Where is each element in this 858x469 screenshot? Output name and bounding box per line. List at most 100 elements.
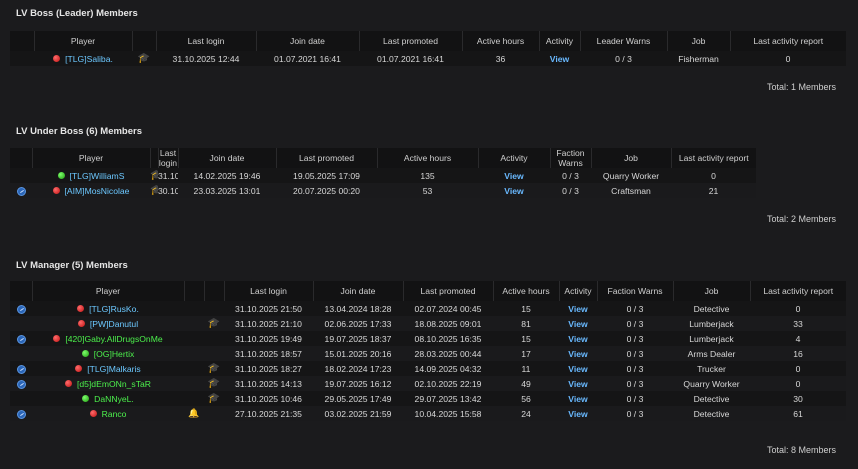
column-header: Faction Warns (549, 148, 591, 168)
section-boss: LV Boss (Leader) Members Player Last logi… (10, 8, 846, 108)
view-activity-link[interactable]: View (504, 186, 523, 196)
view-activity-link[interactable]: View (568, 349, 587, 359)
view-activity-link[interactable]: View (568, 364, 587, 374)
warns-cell: 0 / 3 (615, 53, 632, 64)
player-name-link[interactable]: [PW]Danutul (90, 319, 138, 329)
warns-cell: 0 / 3 (626, 408, 644, 419)
last-promoted-cell: 02.07.2024 00:45 (414, 303, 482, 314)
join-date-cell: 14.02.2025 19:46 (193, 170, 261, 181)
column-header: Last promoted (402, 281, 493, 301)
icon-cell (184, 331, 204, 346)
activity-report-cell: 0 (795, 378, 801, 389)
view-activity-link[interactable]: View (568, 319, 587, 329)
table-row: [PW]Danutul 🎓 31.10.2025 21:10 02.06.2025 1… (10, 316, 846, 331)
job-cell: Fisherman (678, 53, 719, 64)
icon-cell (184, 391, 204, 406)
status-dot-icon (82, 394, 90, 402)
player-name-link[interactable]: Ranco (102, 409, 127, 419)
player-cell: [OG]Hertix (32, 346, 184, 361)
active-hours-cell: 11 (521, 363, 531, 374)
last-promoted-cell: 19.05.2025 17:09 (293, 170, 360, 181)
platform-cell (10, 376, 32, 391)
view-activity-link[interactable]: View (568, 304, 587, 314)
status-dot-icon (53, 334, 61, 342)
job-cell: Detective (693, 303, 730, 314)
activity-cell: View (559, 346, 597, 361)
active-hours-cell: 15 (521, 333, 531, 344)
graduation-cap-icon: 🎓 (150, 170, 158, 181)
player-name-link[interactable]: [AIM]MosNicolae (65, 186, 130, 196)
column-header: Player (33, 31, 132, 51)
column-header: Last activity report (670, 148, 756, 168)
warns-cell: 0 / 3 (626, 378, 644, 389)
steam-icon[interactable] (16, 186, 26, 196)
activity-report-cell: 0 (785, 53, 791, 64)
graduation-cap-icon: 🎓 (207, 393, 221, 404)
icon-cell (184, 316, 204, 331)
activity-cell: View (559, 376, 597, 391)
column-header (131, 31, 156, 51)
warns-cell: 0 / 3 (626, 348, 644, 359)
section-manager: LV Manager (5) Members Player Last login J… (10, 260, 846, 469)
status-dot-icon (57, 171, 65, 179)
last-promoted-cell: 18.08.2025 09:01 (414, 318, 482, 329)
view-activity-link[interactable]: View (568, 379, 587, 389)
join-date-cell: 01.07.2021 16:41 (274, 53, 341, 64)
active-hours-cell: 56 (521, 393, 531, 404)
activity-report-cell: 61 (793, 408, 803, 419)
steam-icon[interactable] (16, 379, 26, 389)
job-cell: Craftsman (611, 185, 651, 196)
graduation-cap-icon: 🎓 (207, 378, 221, 389)
table-row: Ranco 🔔 27.10.2025 21:35 03.02.2025 21:59 10… (10, 406, 846, 421)
icon-cell: 🎓 (132, 51, 156, 66)
view-activity-link[interactable]: View (568, 334, 587, 344)
table-row: [TLG]Malkaris 🎓 31.10.2025 18:27 18.02.2024… (10, 361, 846, 376)
platform-cell (10, 183, 32, 198)
view-activity-link[interactable]: View (568, 409, 587, 419)
steam-icon[interactable] (16, 304, 26, 314)
column-header: Last promoted (358, 31, 462, 51)
job-cell: Lumberjack (689, 318, 734, 329)
job-cell: Arms Dealer (687, 348, 736, 359)
active-hours-cell: 15 (521, 303, 531, 314)
player-name-link[interactable]: [TLG]WilliamS (70, 171, 125, 181)
warns-cell: 0 / 3 (562, 170, 579, 181)
job-cell: Trucker (697, 363, 726, 374)
activity-cell: View (559, 406, 597, 421)
active-hours-cell: 17 (521, 348, 531, 359)
activity-report-cell: 0 (795, 363, 801, 374)
view-activity-link[interactable]: View (568, 394, 587, 404)
join-date-cell: 15.01.2025 20:16 (324, 348, 392, 359)
column-header: Job (590, 148, 671, 168)
player-name-link[interactable]: [OG]Hertix (94, 349, 135, 359)
player-cell: [PW]Danutul (32, 316, 184, 331)
members-total: Total: 1 Members (766, 82, 836, 92)
view-activity-link[interactable]: View (504, 171, 523, 181)
activity-cell: View (478, 183, 550, 198)
steam-icon[interactable] (16, 334, 26, 344)
graduation-cap-icon: 🎓 (150, 185, 158, 196)
player-name-link[interactable]: [TLG]Malkaris (87, 364, 140, 374)
player-name-link[interactable]: [d5]dEmONn_sTaR (77, 379, 151, 389)
column-header: Active hours (492, 281, 559, 301)
activity-report-cell: 4 (795, 333, 801, 344)
view-activity-link[interactable]: View (550, 54, 569, 64)
steam-icon[interactable] (16, 364, 26, 374)
last-login-cell: 31.10.2025 12:44 (172, 53, 240, 64)
last-promoted-cell: 29.07.2025 13:42 (414, 393, 482, 404)
graduation-cap-icon: 🎓 (207, 363, 221, 374)
platform-cell (10, 391, 32, 406)
player-name-link[interactable]: [TLG]RusKo. (89, 304, 139, 314)
player-name-link[interactable]: [TLG]Saliba. (65, 54, 113, 64)
steam-icon[interactable] (16, 409, 26, 419)
icon-cell: 🎓 (204, 316, 224, 331)
activity-cell: View (559, 331, 597, 346)
player-name-link[interactable]: DaNNyeL. (94, 394, 134, 404)
icon-cell: 🎓 (150, 183, 158, 198)
warns-cell: 0 / 3 (626, 333, 644, 344)
activity-report-cell: 30 (793, 393, 803, 404)
platform-cell (10, 406, 32, 421)
player-name-link[interactable]: [420]Gaby.AllDrugsOnMe (65, 334, 162, 344)
last-promoted-cell: 14.09.2025 04:32 (414, 363, 482, 374)
active-hours-cell: 49 (521, 378, 531, 389)
